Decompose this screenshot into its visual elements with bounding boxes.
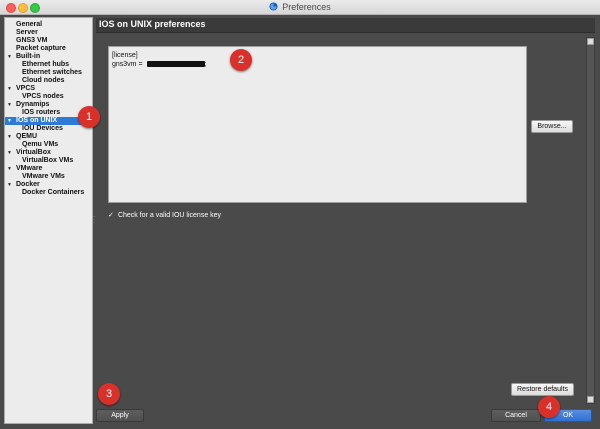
license-key-terminator: ; — [204, 61, 207, 68]
sidebar-item-label: GNS3 VM — [16, 37, 48, 44]
sidebar-item-label: VPCS — [16, 85, 36, 92]
browse-button[interactable]: Browse... — [531, 120, 573, 133]
sidebar-item-label: Server — [16, 29, 38, 36]
sidebar-item-dynamips[interactable]: ▼ Dynamips — [5, 101, 92, 109]
license-textarea[interactable]: [license] gns3vm = ; — [108, 46, 527, 203]
sidebar-item-qemu-vms[interactable]: Qemu VMs — [5, 141, 92, 149]
sidebar-item-label: Built-in — [16, 53, 41, 60]
sidebar-item-docker[interactable]: ▼ Docker — [5, 181, 92, 189]
sidebar-item-ethernet-switches[interactable]: Ethernet switches — [5, 69, 92, 77]
sidebar-item-label: QEMU — [16, 133, 37, 140]
expand-arrow-icon[interactable]: ▼ — [7, 149, 12, 157]
scroll-up-arrow[interactable] — [587, 38, 594, 45]
check-license-label: Check for a valid IOU license key — [117, 212, 222, 219]
sidebar-item-cloud-nodes[interactable]: Cloud nodes — [5, 77, 92, 85]
sidebar-item-label: Qemu VMs — [22, 141, 59, 148]
callout-badge: 2 — [230, 49, 252, 71]
sidebar-item-vpcs-nodes[interactable]: VPCS nodes — [5, 93, 92, 101]
redacted-license-key — [146, 61, 205, 67]
sidebar-item-label: VMware VMs — [22, 173, 65, 180]
callout-badge: 3 — [98, 383, 120, 405]
sidebar-item-label: Dynamips — [16, 101, 50, 108]
scroll-down-arrow[interactable] — [587, 396, 594, 403]
sidebar-item-ethernet-hubs[interactable]: Ethernet hubs — [5, 61, 92, 69]
window-title-area: Preferences — [0, 0, 600, 14]
sidebar-item-server[interactable]: Server — [5, 29, 92, 37]
content-scrollbar[interactable] — [586, 37, 595, 404]
sidebar-item-label: Packet capture — [16, 45, 66, 52]
sidebar-item-label: Docker Containers — [22, 189, 85, 196]
sidebar-item-label: IOU Devices — [22, 125, 63, 132]
callout-badge: 1 — [78, 106, 100, 128]
sidebar-item-built-in[interactable]: ▼ Built-in — [5, 53, 92, 61]
check-license-option[interactable]: ✓ Check for a valid IOU license key — [108, 211, 221, 221]
sidebar-item-label: IOS routers — [22, 109, 61, 116]
sidebar-item-label: Docker — [16, 181, 40, 188]
sidebar-item-label: Ethernet hubs — [22, 61, 70, 68]
license-line-key: gns3vm = ; — [112, 60, 523, 69]
license-key-name: gns3vm = — [112, 61, 145, 68]
sidebar-item-label: Cloud nodes — [22, 77, 65, 84]
license-line-section: [license] — [112, 52, 138, 59]
sidebar-item-docker-containers[interactable]: Docker Containers — [5, 189, 92, 197]
apply-button[interactable]: Apply — [96, 409, 144, 422]
callout-badge: 4 — [538, 396, 560, 418]
preferences-sidebar: General Server GNS3 VM Packet capture ▼ Built… — [4, 17, 93, 424]
expand-arrow-icon[interactable]: ▼ — [7, 181, 12, 189]
sidebar-item-general[interactable]: General — [5, 21, 92, 29]
expand-arrow-icon[interactable]: ▼ — [7, 117, 12, 125]
expand-arrow-icon[interactable]: ▼ — [7, 101, 12, 109]
sidebar-item-vmware-vms[interactable]: VMware VMs — [5, 173, 92, 181]
sidebar-item-label: VPCS nodes — [22, 93, 64, 100]
splitter-handle[interactable]: · · · — [93, 214, 95, 226]
check-license-checkbox[interactable]: ✓ — [108, 211, 116, 221]
sidebar-item-label: VirtualBox VMs — [22, 157, 74, 164]
window-title: Preferences — [282, 2, 331, 12]
sidebar-item-vpcs[interactable]: ▼ VPCS — [5, 85, 92, 93]
sidebar-item-gns3-vm[interactable]: GNS3 VM — [5, 37, 92, 45]
sidebar-item-label: General — [16, 21, 43, 28]
section-title: IOS on UNIX preferences — [99, 19, 206, 29]
sidebar-item-label: VMware — [16, 165, 43, 172]
expand-arrow-icon[interactable]: ▼ — [7, 53, 12, 61]
sidebar-item-iou-devices[interactable]: IOU Devices — [5, 125, 92, 133]
sidebar-item-virtualbox[interactable]: ▼ VirtualBox — [5, 149, 92, 157]
expand-arrow-icon[interactable]: ▼ — [7, 85, 12, 93]
expand-arrow-icon[interactable]: ▼ — [7, 133, 12, 141]
sidebar-item-vmware[interactable]: ▼ VMware — [5, 165, 92, 173]
sidebar-item-label: IOS on UNIX — [16, 117, 58, 124]
gns3-icon — [269, 2, 278, 11]
sidebar-item-label: VirtualBox — [16, 149, 51, 156]
sidebar-item-packet-capture[interactable]: Packet capture — [5, 45, 92, 53]
section-header: IOS on UNIX preferences — [96, 18, 595, 33]
sidebar-item-qemu[interactable]: ▼ QEMU — [5, 133, 92, 141]
cancel-button[interactable]: Cancel — [491, 409, 541, 422]
restore-defaults-button[interactable]: Restore defaults — [511, 383, 574, 396]
sidebar-item-virtualbox-vms[interactable]: VirtualBox VMs — [5, 157, 92, 165]
expand-arrow-icon[interactable]: ▼ — [7, 165, 12, 173]
window-titlebar: Preferences — [0, 0, 600, 15]
sidebar-item-label: Ethernet switches — [22, 69, 82, 76]
